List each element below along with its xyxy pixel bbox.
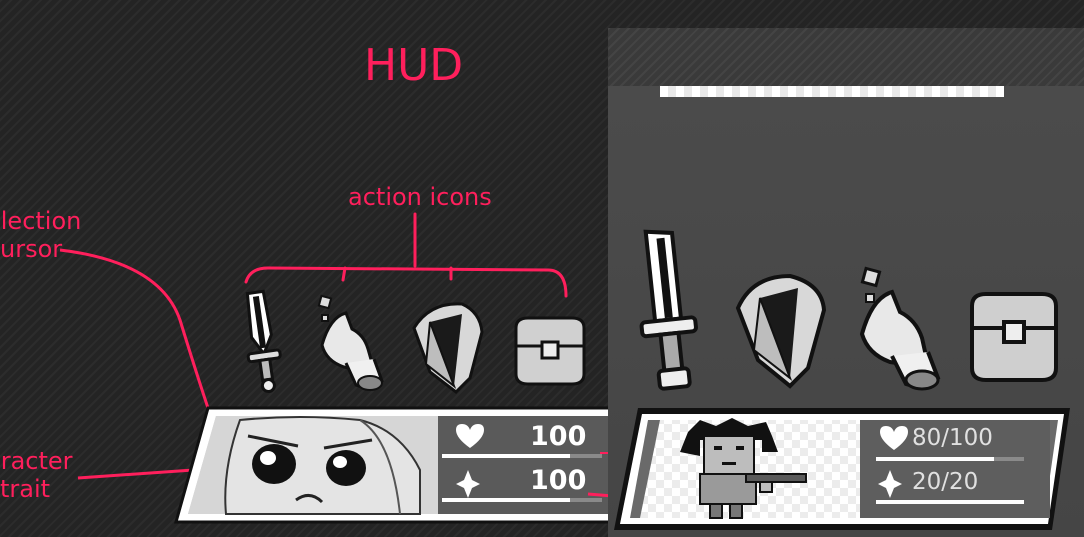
bag-icon <box>514 316 586 386</box>
mockup-header-strip <box>608 28 1084 86</box>
hp-bar-fill <box>442 454 570 458</box>
magic-hand-icon <box>317 294 384 391</box>
right-mp-text: 20/20 <box>912 469 979 495</box>
action-icons-bracket <box>244 212 568 298</box>
right-hp-text: 80/100 <box>912 425 993 451</box>
mockup-top-bar <box>660 86 1004 97</box>
character-portrait-sketch <box>188 416 438 515</box>
sword-icon <box>245 289 282 394</box>
mp-bar-fill <box>442 498 570 502</box>
hp-value: 100 <box>530 421 587 452</box>
left-hud-sketch <box>59 212 608 524</box>
shield-icon <box>412 302 484 394</box>
selection-cursor-pointer <box>59 248 210 409</box>
mp-value: 100 <box>530 465 587 496</box>
hud-mockup <box>608 28 1084 537</box>
